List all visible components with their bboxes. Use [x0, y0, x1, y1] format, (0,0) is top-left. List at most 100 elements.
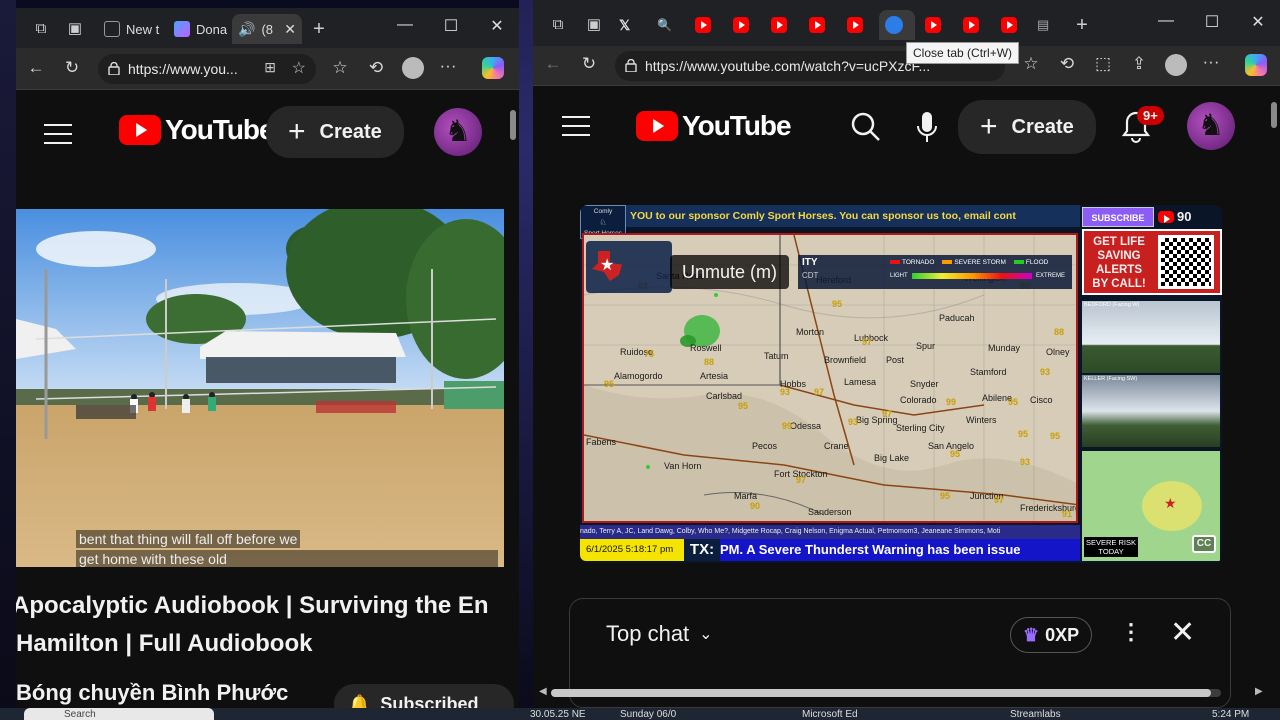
copilot-icon[interactable]	[482, 57, 504, 79]
tab-active[interactable]	[879, 10, 915, 40]
tab-youtube-3[interactable]	[765, 10, 797, 40]
new-tab-button[interactable]: +	[1071, 14, 1093, 36]
close-icon[interactable]: ✕	[1170, 615, 1195, 650]
workspaces-icon[interactable]: ⧉	[30, 18, 52, 40]
workspaces-icon[interactable]: ⧉	[547, 14, 569, 36]
scrollbar-thumb[interactable]	[551, 689, 1211, 697]
taskbar-clock: 5:24 PM	[1212, 709, 1250, 720]
address-bar-row: ← ↻ https://www.you... ⊞ ☆ ☆ ⟲ ···	[16, 48, 519, 90]
menu-icon[interactable]	[44, 124, 72, 144]
tab-strip: ⧉ ▣ 𝕏 🔍 ▤ + — ☐ ✕	[533, 0, 1280, 46]
maximize-button[interactable]: ☐	[436, 16, 466, 36]
unmute-button[interactable]: Unmute (m)	[670, 255, 790, 289]
subscribed-label: Subscribed	[380, 693, 479, 709]
tab-x[interactable]: 𝕏	[613, 10, 645, 40]
map-city-label: Van Horn	[664, 461, 702, 471]
tab-donate[interactable]: Dona	[168, 14, 230, 44]
youtube-play-icon	[636, 111, 678, 141]
datetime-label: 6/1/2025 5:18:17 pm	[580, 539, 684, 561]
close-window-button[interactable]: ✕	[482, 16, 512, 36]
back-icon[interactable]: ←	[24, 58, 48, 78]
alerts-text-line: SAVING	[1097, 250, 1141, 262]
taskbar-item[interactable]: Sunday 06/0	[620, 709, 676, 720]
youtube-logo[interactable]: YouTube	[636, 110, 792, 142]
address-input[interactable]: https://www.you... ⊞ ☆	[98, 54, 316, 84]
map-temperature: 93	[848, 417, 859, 427]
scroll-left-arrow[interactable]: ◀	[539, 686, 547, 697]
more-options-icon[interactable]: ···	[436, 56, 460, 76]
favorite-star-icon[interactable]: ☆	[292, 58, 306, 78]
copilot-icon[interactable]	[1245, 54, 1267, 76]
tab-youtube-2[interactable]	[727, 10, 759, 40]
top-chat-selector[interactable]: Top chat ⌄	[606, 621, 713, 647]
history-icon[interactable]: ⟲	[1055, 54, 1079, 74]
map-temperature: 97	[994, 495, 1005, 505]
video-player[interactable]: bent that thing will fall off before we …	[16, 209, 504, 567]
avatar[interactable]	[434, 108, 482, 156]
history-icon[interactable]: ⟲	[364, 58, 388, 78]
camera-bedford: BEDFORD (Facing W)	[1082, 301, 1220, 373]
taskbar-item-edge[interactable]: Microsoft Ed	[802, 709, 858, 720]
search-icon[interactable]	[851, 112, 881, 142]
microphone-icon[interactable]	[915, 110, 939, 144]
map-city-label: Paducah	[939, 313, 975, 323]
map-temperature: 95	[1008, 397, 1019, 407]
subscribe-button[interactable]: SUBSCRIBE	[1082, 207, 1154, 227]
profile-icon[interactable]	[1165, 54, 1187, 76]
maximize-button[interactable]: ☐	[1197, 12, 1227, 32]
refresh-icon[interactable]: ↻	[577, 54, 601, 74]
tab-youtube-7[interactable]	[957, 10, 989, 40]
tab-youtube-8[interactable]	[995, 10, 1027, 40]
tab-search[interactable]: 🔍	[651, 10, 683, 40]
subscribed-button[interactable]: 🔔 Subscribed	[334, 684, 514, 708]
menu-icon[interactable]	[562, 116, 590, 136]
closed-captions-button[interactable]: CC	[1192, 535, 1216, 553]
favorites-icon[interactable]: ☆	[1019, 54, 1043, 74]
subscriber-count-value: 90	[1177, 209, 1192, 224]
scrollbar-thumb[interactable]	[1271, 102, 1277, 128]
channel-name[interactable]: Bóng chuyền Bình Phước	[16, 680, 288, 706]
tab-actions-icon[interactable]: ▣	[583, 14, 605, 36]
close-tab-hover-icon[interactable]	[885, 16, 903, 34]
create-button[interactable]: + Create	[958, 100, 1096, 154]
taskbar-item[interactable]: 30.05.25 NE	[530, 709, 586, 720]
profile-icon[interactable]	[402, 57, 424, 79]
taskbar-item-streamlabs[interactable]: Streamlabs	[1010, 709, 1061, 720]
tab-other[interactable]: ▤	[1031, 10, 1061, 40]
back-icon[interactable]: ←	[541, 54, 565, 74]
map-city-label: Spur	[916, 341, 936, 351]
more-options-icon[interactable]: ···	[1199, 52, 1223, 72]
tab-youtube-active[interactable]: 🔊 (8 ✕	[232, 14, 302, 44]
create-button[interactable]: + Create	[266, 106, 404, 158]
tab-new[interactable]: New t	[98, 14, 164, 44]
state-label: TX:	[684, 539, 720, 561]
map-city-label: Fabens	[586, 437, 617, 447]
scroll-right-arrow[interactable]: ▶	[1255, 686, 1263, 697]
close-tab-icon[interactable]: ✕	[284, 21, 296, 38]
video-player[interactable]: YOU to our sponsor Comly Sport Horses. Y…	[580, 205, 1222, 563]
video-title-line-1: Apocalyptic Audiobook | Surviving the En	[16, 592, 489, 619]
youtube-logo[interactable]: YouTube	[119, 114, 275, 146]
xp-label: 0XP	[1045, 624, 1080, 645]
close-window-button[interactable]: ✕	[1243, 12, 1273, 32]
new-tab-button[interactable]: +	[308, 18, 330, 40]
minimize-button[interactable]: —	[390, 16, 420, 34]
taskbar-search[interactable]: Search	[24, 708, 214, 720]
minimize-button[interactable]: —	[1151, 12, 1181, 30]
tab-youtube-6[interactable]	[919, 10, 951, 40]
scrollbar-thumb[interactable]	[510, 110, 516, 140]
tab-youtube-4[interactable]	[803, 10, 835, 40]
share-icon[interactable]: ⇪	[1127, 54, 1151, 74]
map-city-label: Pecos	[752, 441, 778, 451]
screenshot-icon[interactable]: ⬚	[1091, 54, 1115, 74]
favorites-icon[interactable]: ☆	[328, 58, 352, 78]
tab-youtube-5[interactable]	[841, 10, 873, 40]
app-available-icon[interactable]: ⊞	[264, 59, 276, 76]
chat-more-icon[interactable]: ⋮	[1120, 619, 1142, 645]
refresh-icon[interactable]: ↻	[60, 58, 84, 78]
avatar[interactable]	[1187, 102, 1235, 150]
tab-actions-icon[interactable]: ▣	[64, 18, 86, 40]
horizontal-scrollbar[interactable]	[551, 689, 1221, 697]
xp-badge[interactable]: ♛ 0XP	[1010, 617, 1093, 653]
tab-youtube-1[interactable]	[689, 10, 721, 40]
